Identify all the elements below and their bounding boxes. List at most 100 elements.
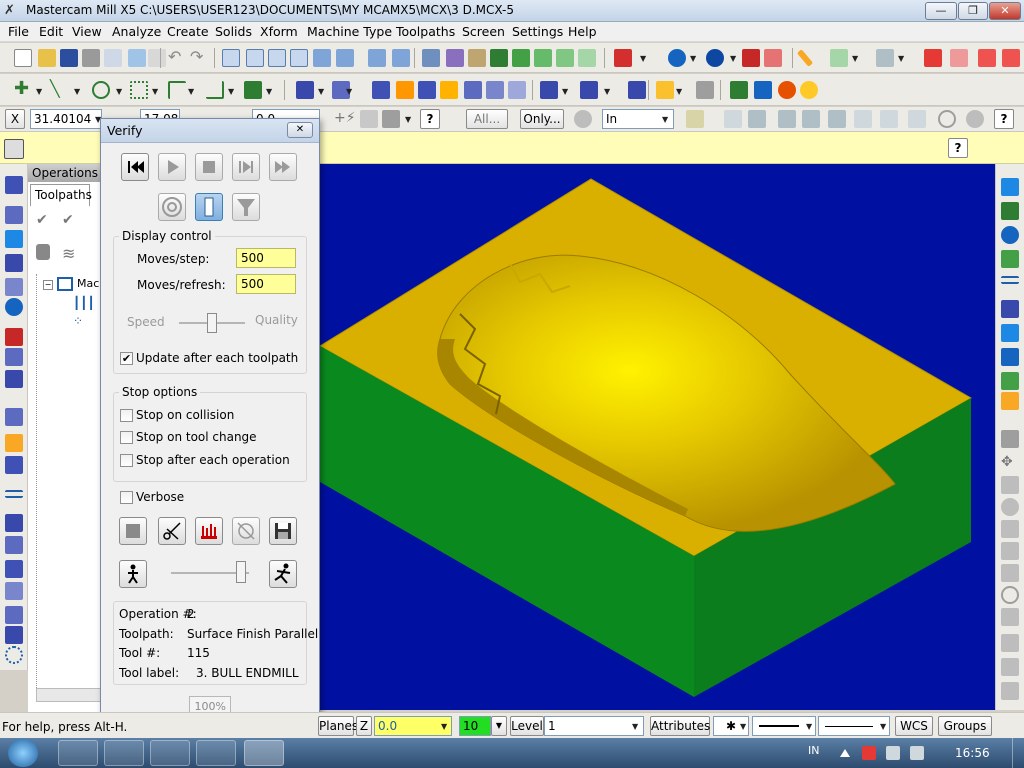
zoom-target-icon[interactable] [246, 49, 264, 67]
chevron-down-icon[interactable]: ▼ [690, 54, 696, 63]
menu-analyze[interactable]: Analyze [112, 24, 161, 39]
select-solid-icon[interactable] [748, 110, 766, 128]
view-save-icon[interactable] [1001, 682, 1019, 700]
solid-cylinder-icon[interactable] [244, 81, 262, 99]
toolpath-slice-icon[interactable] [5, 514, 23, 532]
display-mode-button[interactable] [195, 193, 223, 221]
magnify-icon[interactable] [392, 49, 410, 67]
view-iso-icon[interactable] [1001, 202, 1019, 220]
trim-icon[interactable] [540, 81, 558, 99]
toolpath-swarf-icon[interactable] [5, 560, 23, 578]
properties-icon[interactable]: ┃┃┃ [73, 296, 95, 310]
zoom-in-icon[interactable] [313, 49, 331, 67]
moves-refresh-input[interactable]: 500 [236, 274, 296, 294]
view-zoom-icon[interactable] [1001, 542, 1019, 560]
taskbar-word-icon[interactable] [196, 740, 236, 766]
tool-info-button[interactable] [195, 517, 223, 545]
toolpath-finish-icon[interactable] [5, 370, 23, 388]
chevron-down-icon[interactable]: ▼ [898, 54, 904, 63]
menu-machine-type[interactable]: Machine Type [307, 24, 392, 39]
tree-collapse-icon[interactable]: − [43, 280, 53, 290]
view-rotate-icon[interactable] [1001, 476, 1019, 494]
view-fit-icon[interactable] [1001, 520, 1019, 538]
point-manager-icon[interactable] [382, 110, 400, 128]
help-question-icon[interactable]: ? [994, 109, 1014, 129]
volume-icon[interactable] [910, 746, 924, 760]
sphere-icon[interactable] [706, 49, 724, 67]
chevron-down-icon[interactable]: ▼ [318, 87, 324, 96]
chevron-down-icon[interactable]: ▼ [405, 115, 411, 124]
copy-icon[interactable] [148, 49, 166, 67]
save-stl-button[interactable] [269, 517, 297, 545]
menu-edit[interactable]: Edit [39, 24, 63, 39]
chevron-down-icon[interactable]: ▼ [441, 722, 447, 731]
toolpath-port-icon[interactable] [5, 646, 23, 664]
fast-button[interactable] [269, 560, 297, 588]
toolpath-lamp-icon[interactable] [656, 81, 674, 99]
repaint-icon[interactable] [422, 49, 440, 67]
toggle-display-icon[interactable]: ≋ [62, 244, 78, 263]
selection-mask-icon[interactable] [574, 110, 592, 128]
join-icon[interactable] [628, 81, 646, 99]
graphics-viewport[interactable] [319, 164, 995, 710]
shade-solid-icon[interactable] [534, 49, 552, 67]
zoom-selected-icon[interactable] [368, 49, 386, 67]
unzoom-icon[interactable] [268, 49, 286, 67]
help-question-icon[interactable]: ? [948, 138, 968, 158]
cut-icon[interactable] [128, 49, 146, 67]
xform-project-icon[interactable] [440, 81, 458, 99]
chevron-down-icon[interactable]: ▼ [266, 87, 272, 96]
toolpath-contour-icon[interactable] [5, 206, 23, 224]
simulation-speed-thumb[interactable] [236, 561, 246, 583]
toolpath-edit-icon[interactable] [5, 434, 23, 452]
open-folder-icon[interactable] [38, 49, 56, 67]
delete-more-icon[interactable] [1002, 49, 1020, 67]
view-previous-icon[interactable] [1001, 634, 1019, 652]
view-orbit-icon[interactable] [1001, 498, 1019, 516]
view-cube-icon[interactable] [614, 49, 632, 67]
view-open-icon[interactable] [1001, 250, 1019, 268]
delete-icon[interactable] [924, 49, 942, 67]
solid-red-icon[interactable] [742, 49, 760, 67]
stop-on-collision-checkbox[interactable] [120, 409, 133, 422]
toolpath-engrave-icon[interactable] [5, 278, 23, 296]
stop-after-operation-checkbox[interactable] [120, 454, 133, 467]
solid-box-icon[interactable] [730, 81, 748, 99]
language-indicator[interactable]: IN [808, 744, 819, 757]
menu-view[interactable]: View [72, 24, 102, 39]
chevron-down-icon[interactable]: ▼ [152, 87, 158, 96]
chevron-down-icon[interactable]: ▼ [116, 87, 122, 96]
verify-close-button[interactable]: ✕ [287, 122, 313, 138]
view-edit-icon[interactable] [1001, 392, 1019, 410]
book-button[interactable] [119, 517, 147, 545]
x-coordinate-button[interactable]: X [5, 109, 25, 129]
toolpath-project-icon[interactable] [5, 536, 23, 554]
wcs-button[interactable]: WCS [895, 716, 933, 736]
view-next-icon[interactable] [1001, 658, 1019, 676]
clock[interactable]: 16:56 [955, 746, 990, 760]
chevron-down-icon[interactable]: ▼ [740, 722, 746, 731]
toolpath-circle-icon[interactable] [5, 298, 23, 316]
select-all-ops-icon[interactable]: ✔ [36, 212, 52, 228]
taskbar-media-player-icon[interactable] [104, 740, 144, 766]
arc-icon[interactable] [92, 81, 110, 99]
select-body-icon[interactable] [828, 110, 846, 128]
solid-boolean-icon[interactable] [754, 81, 772, 99]
view-front-icon[interactable] [1001, 276, 1019, 284]
break-icon[interactable] [580, 81, 598, 99]
chevron-down-icon[interactable]: ▼ [632, 722, 638, 731]
line-icon[interactable]: ╲ [50, 81, 68, 99]
close-button[interactable]: ✕ [989, 2, 1021, 20]
z-depth-button[interactable]: Z [356, 716, 372, 736]
chevron-down-icon[interactable]: ▼ [806, 722, 812, 731]
undelete-icon[interactable] [950, 49, 968, 67]
view-dynamic-icon[interactable] [1001, 430, 1019, 448]
clear-selection-icon[interactable] [938, 110, 956, 128]
save-icon[interactable] [60, 49, 78, 67]
xform-drag-icon[interactable] [508, 81, 526, 99]
xform-offset-icon[interactable] [418, 81, 436, 99]
print-preview-icon[interactable] [104, 49, 122, 67]
xform-mirror-icon[interactable] [372, 81, 390, 99]
chevron-down-icon[interactable]: ▼ [74, 87, 80, 96]
xform-scale-icon[interactable] [396, 81, 414, 99]
